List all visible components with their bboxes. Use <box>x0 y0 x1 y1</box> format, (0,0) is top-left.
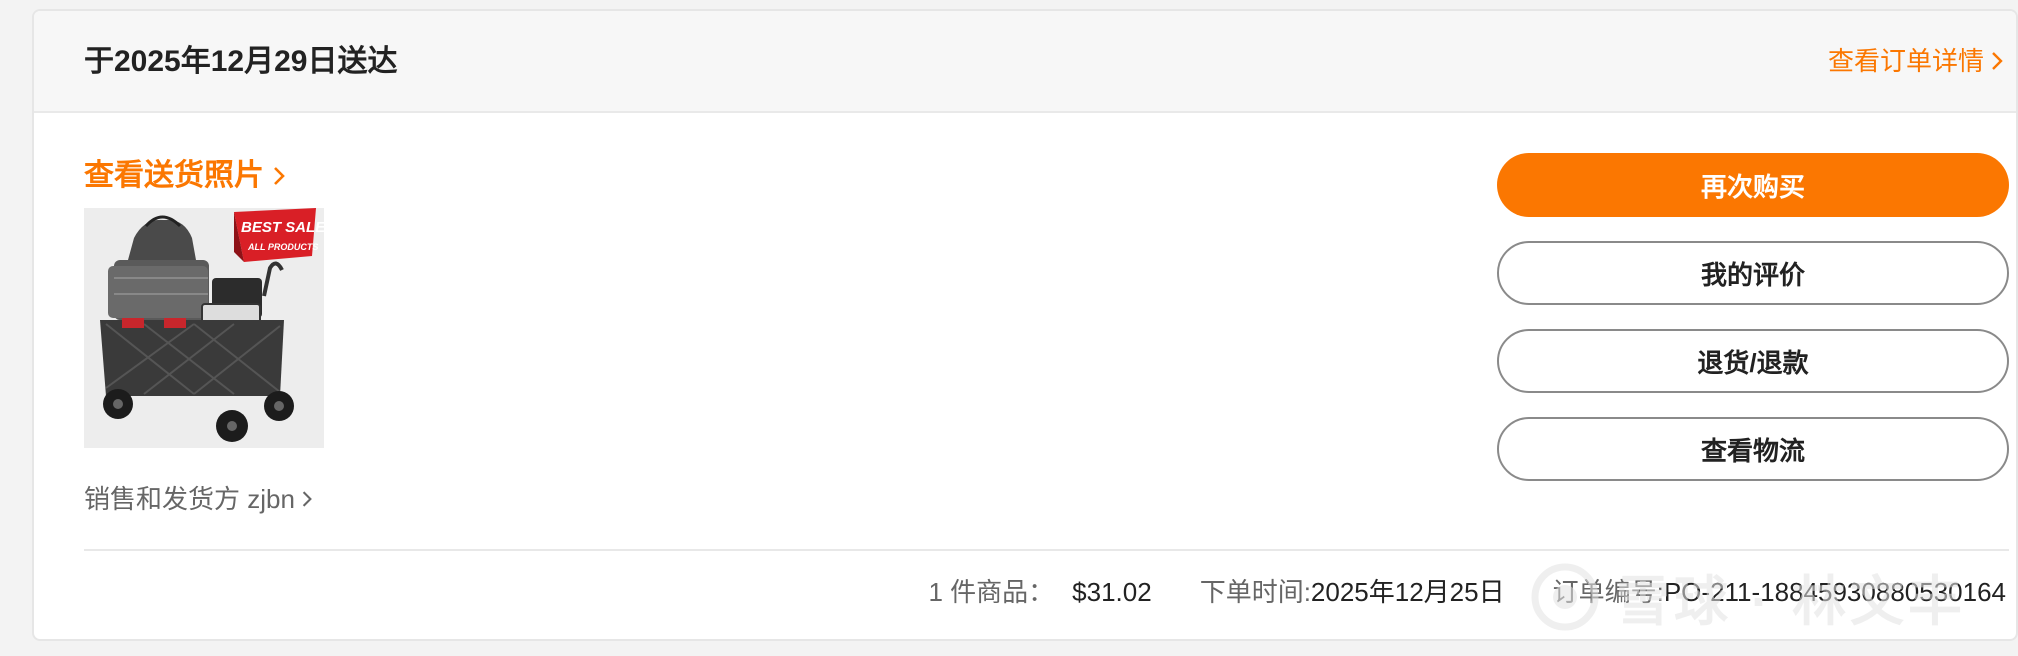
watermark-text: 雪球 · 林文丰 <box>1616 572 1966 632</box>
seller-label: 销售和发货方 zjbn <box>84 484 295 514</box>
chevron-right-icon <box>1992 52 2003 70</box>
view-order-details-link[interactable]: 查看订单详情 <box>1828 45 2004 77</box>
items-count-label: 1 件商品： <box>928 577 1055 607</box>
view-order-details-label: 查看订单详情 <box>1827 46 1984 76</box>
chevron-right-icon <box>302 491 312 507</box>
badge-title: BEST SALE <box>241 219 324 236</box>
badge-subtitle: ALL PRODUCTS <box>247 242 318 252</box>
view-delivery-photo-label: 查看送货照片 <box>84 159 264 192</box>
product-thumbnail[interactable]: BEST SALE ALL PRODUCTS <box>84 208 324 448</box>
items-total-value: $31.02 <box>1072 577 1152 607</box>
delivery-status-title: 于2025年12月29日送达 <box>84 45 398 78</box>
order-card: 于2025年12月29日送达 查看订单详情 查看送货照片 BEST SALE A… <box>32 9 2018 641</box>
view-logistics-button[interactable]: 查看物流 <box>1497 417 2009 481</box>
view-delivery-photo-link[interactable]: 查看送货照片 <box>84 158 286 194</box>
chevron-right-icon <box>274 167 285 185</box>
buy-again-button[interactable]: 再次购买 <box>1497 153 2009 217</box>
return-refund-button[interactable]: 退货/退款 <box>1497 329 2009 393</box>
seller-link[interactable]: 销售和发货方 zjbn <box>84 483 313 515</box>
order-time-label: 下单时间: <box>1199 577 1311 607</box>
order-time-value: 2025年12月25日 <box>1310 577 1505 607</box>
snowball-logo-icon <box>1531 563 1599 630</box>
my-review-button[interactable]: 我的评价 <box>1497 241 2009 305</box>
watermark: 雪球 · 林文丰 <box>1530 557 1966 636</box>
order-header: 于2025年12月29日送达 查看订单详情 <box>34 11 2016 113</box>
divider <box>84 549 2009 551</box>
